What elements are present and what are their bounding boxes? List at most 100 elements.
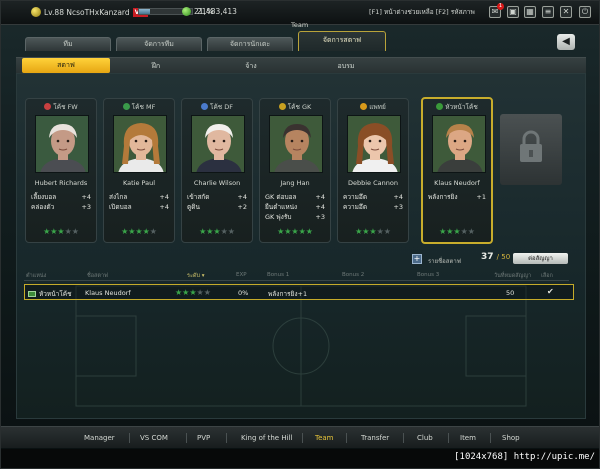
staff-stats: GK ต่อบอล +4 ยืนตำแหน่ง +4 GK พุ่งรับ +3	[265, 192, 325, 222]
stat-value: +4	[81, 193, 91, 201]
level-icon	[31, 7, 41, 17]
nav-shop[interactable]: Shop	[502, 434, 520, 442]
mail-icon[interactable]: ✉ 1	[489, 3, 504, 18]
staff-card[interactable]: แพทย์ Debbie Cannon ความอึด +4 ความอึด +3 ★…	[337, 98, 409, 243]
portrait-image	[114, 116, 166, 172]
back-button[interactable]: ◀	[557, 34, 575, 50]
tab-team-management[interactable]: จัดการทีม	[116, 37, 202, 51]
staff-rating: ★★★★★	[338, 227, 408, 236]
nav-club[interactable]: Club	[417, 434, 433, 442]
stat-label: ส่งไกล	[109, 193, 128, 201]
col-level[interactable]: ระดับ ▾	[187, 272, 204, 280]
renew-contract-button[interactable]: ต่อสัญญา	[513, 253, 568, 264]
calendar-icon[interactable]: ▦	[524, 6, 536, 18]
coin-icon	[182, 7, 191, 16]
stat-row: เข้าสกัด +4	[187, 192, 247, 202]
nav-transfer[interactable]: Transfer	[361, 434, 389, 442]
player-name: NcsoTHxKanzard	[66, 7, 130, 17]
col-select[interactable]: เลือก	[541, 272, 553, 280]
staff-card[interactable]: หัวหน้าโค้ช Klaus Neudorf พลังการยิง +1 ★…	[421, 97, 493, 244]
staff-count-max: / 50	[496, 253, 511, 261]
staff-card[interactable]: โค้ช DF Charlie Wilson เข้าสกัด +4 ตูดิน +2…	[181, 98, 253, 243]
stat-row: GK ต่อบอล +4	[265, 192, 325, 202]
player-info: Lv.88 NcsoTHxKanzard VIP	[31, 7, 148, 17]
power-icon[interactable]: ⏻	[579, 6, 591, 18]
stat-row: GK พุ่งรับ +3	[265, 212, 325, 222]
stat-row: พลังการยิง +1	[428, 192, 486, 202]
stat-label: ความอึด	[343, 193, 368, 201]
row-selected-check[interactable]: ✔	[547, 287, 554, 296]
col-bonus2[interactable]: Bonus 2	[342, 272, 364, 278]
row-contract: 50	[506, 289, 515, 297]
subtab-education[interactable]: อบรม	[316, 58, 376, 74]
tab-team[interactable]: ทีม	[25, 37, 111, 51]
star-empty-icon: ★	[376, 227, 384, 236]
table-row[interactable]: หัวหน้าโค้ช Klaus Neudorf ★★★★★ 0% พลังก…	[24, 284, 574, 300]
staff-role-label: แพทย์	[369, 103, 386, 111]
nav-team[interactable]: Team	[315, 434, 334, 442]
portrait-image	[192, 116, 244, 172]
nav-pvp[interactable]: PVP	[197, 434, 210, 442]
star-filled-icon: ★	[291, 227, 299, 236]
star-filled-icon: ★	[213, 227, 221, 236]
staff-role-label: โค้ช DF	[209, 103, 234, 111]
add-staff-icon[interactable]: +	[412, 254, 422, 264]
star-filled-icon: ★	[57, 227, 65, 236]
tab-staff-management[interactable]: จัดการสตาฟ	[298, 31, 386, 51]
col-name[interactable]: ชื่อสตาฟ	[87, 272, 108, 280]
profile-icon[interactable]: ▣	[507, 6, 519, 18]
star-empty-icon: ★	[64, 227, 72, 236]
stat-value: +4	[237, 193, 247, 201]
staff-role-label: โค้ช MF	[131, 103, 156, 111]
star-filled-icon: ★	[142, 227, 150, 236]
stat-value: +3	[315, 213, 325, 221]
staff-count-current: 37	[481, 252, 494, 262]
subtab-staff[interactable]: สตาฟ	[22, 58, 110, 73]
stat-value: +2	[237, 203, 247, 211]
row-position: หัวหน้าโค้ช	[28, 289, 72, 299]
settings-icon[interactable]: ✕	[560, 6, 572, 18]
star-empty-icon: ★	[467, 227, 475, 236]
nav-king-of-the-hill[interactable]: King of the Hill	[241, 434, 292, 442]
nav-manager[interactable]: Manager	[84, 434, 115, 442]
col-contract[interactable]: วันที่หมดสัญญา	[494, 272, 531, 280]
stat-label: ยืนตำแหน่ง	[265, 203, 298, 211]
col-exp[interactable]: EXP	[236, 272, 247, 278]
stat-row: ยืนตำแหน่ง +4	[265, 202, 325, 212]
nav-vs-com[interactable]: VS COM	[140, 434, 168, 442]
subtab-hire[interactable]: จ้าง	[221, 58, 281, 74]
staff-card[interactable]: โค้ช FW Hubert Richards เลี้ยงบอล +4 คล่อง…	[25, 98, 97, 243]
col-bonus3[interactable]: Bonus 3	[417, 272, 439, 278]
staff-stats: พลังการยิง +1	[428, 192, 486, 202]
tab-player-management[interactable]: จัดการนักเตะ	[207, 37, 293, 51]
row-bonus1: พลังการยิง+1	[268, 290, 308, 298]
staff-rating: ★★★★★	[423, 227, 491, 236]
star-empty-icon: ★	[383, 227, 391, 236]
row-name: Klaus Neudorf	[85, 289, 131, 297]
bottom-navigation: Manager VS COM PVP King of the Hill Team Tran…	[1, 426, 599, 448]
stat-label: พลังการยิง	[428, 193, 458, 201]
stat-row: ความอึด +4	[343, 192, 403, 202]
staff-role: หัวหน้าโค้ช	[423, 102, 491, 112]
staff-role-label: หัวหน้าโค้ช	[445, 103, 478, 111]
staff-card[interactable]: โค้ช MF Katie Paul ส่งไกล +4 เปิดบอล +4 ★★★…	[103, 98, 175, 243]
nav-separator	[346, 433, 347, 443]
stat-label: ตูดิน	[187, 203, 200, 211]
staff-rating: ★★★★★	[182, 227, 252, 236]
nav-item[interactable]: Item	[460, 434, 476, 442]
staff-portrait	[432, 115, 486, 173]
stat-row: ส่งไกล +4	[109, 192, 169, 202]
stat-value: +1	[476, 193, 486, 201]
star-filled-icon: ★	[135, 227, 143, 236]
staff-rating: ★★★★★	[26, 227, 96, 236]
subtab-training[interactable]: ฝึก	[126, 58, 186, 74]
col-bonus1[interactable]: Bonus 1	[267, 272, 289, 278]
col-position[interactable]: ตำแหน่ง	[26, 272, 46, 280]
nav-separator	[448, 433, 449, 443]
mail-badge: 1	[496, 3, 504, 10]
help-hints: [F1] หน้าต่างช่วยเหลือ [F2] รหัสภาพ	[369, 8, 475, 16]
chat-icon[interactable]: ≡	[542, 6, 554, 18]
star-empty-icon: ★	[203, 288, 211, 297]
stat-value: +4	[393, 193, 403, 201]
staff-card[interactable]: โค้ช GK Jang Han GK ต่อบอล +4 ยืนตำแหน่ง +4…	[259, 98, 331, 243]
